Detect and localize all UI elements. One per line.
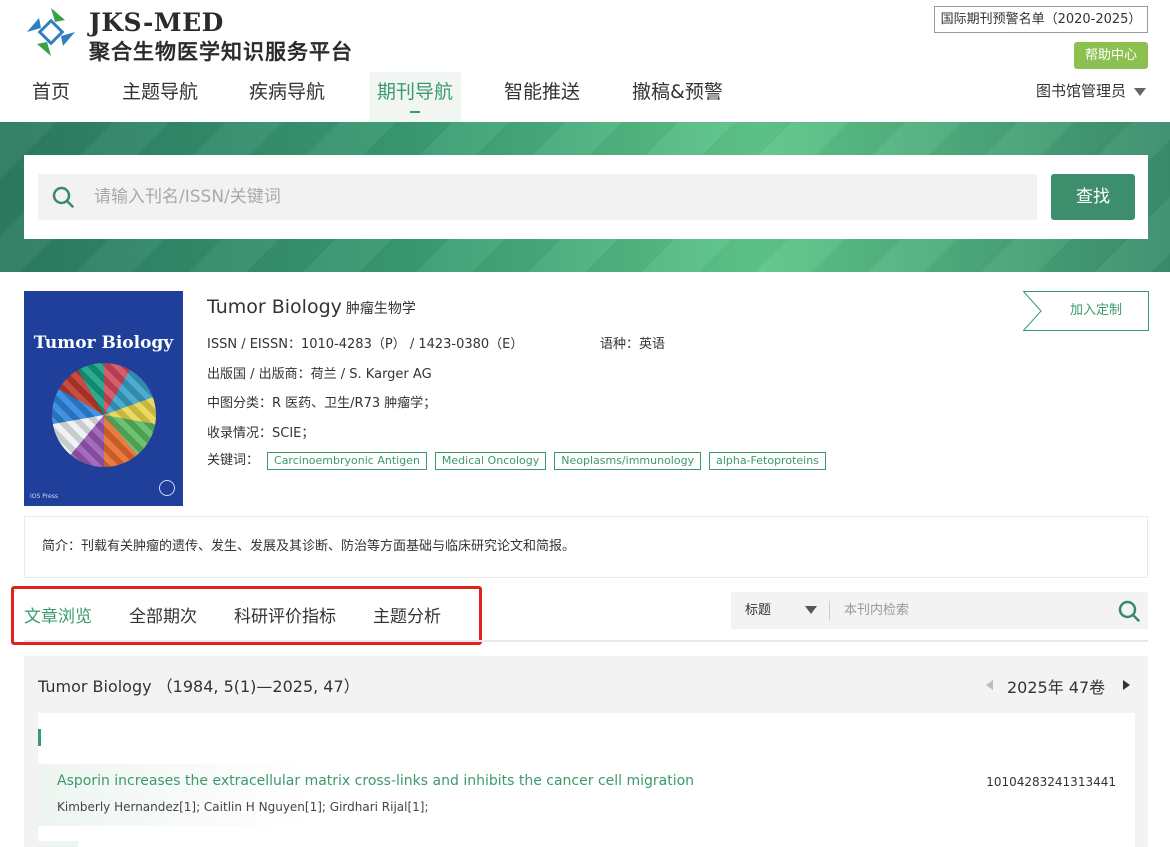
nav-item-push[interactable]: 智能推送 — [504, 72, 580, 122]
list-item: Asporin increases the extracellular matr… — [38, 764, 1135, 826]
list-item — [38, 841, 78, 847]
nav-item-retraction[interactable]: 撤稿&预警 — [632, 72, 723, 122]
nav-item-topics[interactable]: 主题导航 — [122, 72, 198, 122]
journal-classification: 中图分类：R 医药、卫生/R73 肿瘤学； — [207, 396, 437, 411]
journal-keywords: 关键词： Carcinoembryonic Antigen Medical Onco… — [207, 449, 826, 470]
keyword-tag[interactable]: Medical Oncology — [434, 451, 547, 470]
chevron-right-icon[interactable] — [1123, 680, 1130, 690]
journal-issn: ISSN / EISSN：1010-4283（P） / 1423-0380（E） — [207, 337, 524, 352]
journal-intro: 简介：刊载有关肿瘤的遗传、发生、发展及其诊断、防治等方面基础与临床研究论文和简报… — [24, 516, 1148, 578]
search-icon — [52, 186, 74, 208]
cover-title: Tumor Biology — [33, 333, 174, 353]
volume-label: 2025年 47卷 — [1007, 678, 1106, 697]
logo[interactable]: JKS-MED 聚合生物医学知识服务平台 — [25, 6, 385, 64]
user-name: 图书馆管理员 — [1036, 82, 1127, 100]
article-list: Asporin increases the extracellular matr… — [38, 713, 1135, 847]
keywords-label: 关键词： — [207, 453, 260, 468]
add-customize-button[interactable]: 加入定制 — [1023, 291, 1149, 331]
issue-marker — [38, 729, 41, 746]
search-box[interactable] — [38, 174, 1037, 220]
tabs-divider — [24, 640, 1148, 642]
chevron-down-icon[interactable] — [805, 606, 817, 614]
cover-artwork — [52, 363, 156, 467]
divider — [829, 601, 830, 620]
search-icon[interactable] — [1118, 600, 1140, 622]
tab-topic-analysis[interactable]: 主题分析 — [373, 596, 441, 638]
article-title-link[interactable]: Asporin increases the extracellular matr… — [57, 773, 694, 789]
keyword-tag[interactable]: Carcinoembryonic Antigen — [267, 451, 427, 470]
search-banner: 查找 — [0, 122, 1170, 272]
logo-chinese-name: 聚合生物医学知识服务平台 — [89, 39, 353, 64]
journal-range: Tumor Biology （1984, 5(1)—2025, 47） — [38, 677, 360, 696]
logo-english-name: JKS-MED — [89, 8, 224, 37]
article-authors: Kimberly Hernandez[1]; Caitlin H Nguyen[… — [57, 800, 429, 814]
logo-icon — [27, 8, 75, 56]
article-listing: Tumor Biology （1984, 5(1)—2025, 47） 2025… — [24, 656, 1148, 847]
chevron-down-icon — [1134, 87, 1147, 96]
keyword-tag[interactable]: Neoplasms/immunology — [554, 451, 702, 470]
nav-item-journals[interactable]: 期刊导航 — [369, 72, 462, 122]
customize-label: 加入定制 — [1069, 303, 1122, 318]
journal-title-en: Tumor Biology — [207, 296, 342, 318]
tab-research-metrics[interactable]: 科研评价指标 — [234, 596, 336, 638]
header: JKS-MED 聚合生物医学知识服务平台 国际期刊预警名单（2020-2025）… — [0, 0, 1170, 122]
nav-item-diseases[interactable]: 疾病导航 — [249, 72, 325, 122]
journal-title: Tumor Biology 肿瘤生物学 — [207, 296, 416, 318]
search-field-select[interactable]: 标题 — [745, 592, 771, 629]
search-input[interactable] — [94, 174, 1024, 220]
journal-title-cn: 肿瘤生物学 — [345, 301, 416, 317]
chevron-left-icon[interactable] — [986, 680, 993, 690]
journal-publisher: 出版国 / 出版商：荷兰 / S. Karger AG — [207, 367, 432, 382]
journal-indexed: 收录情况：SCIE； — [207, 426, 315, 441]
inner-search-input[interactable] — [844, 592, 1104, 629]
help-center-button[interactable]: 帮助中心 — [1074, 42, 1148, 69]
article-id: 10104283241313441 — [986, 775, 1116, 789]
nav-item-home[interactable]: 首页 — [32, 72, 70, 122]
keyword-tag[interactable]: alpha-Fetoproteins — [709, 451, 826, 470]
journal-cover: Tumor Biology IOS Press — [24, 291, 183, 506]
journal-inner-search: 标题 — [731, 592, 1148, 629]
search-button[interactable]: 查找 — [1051, 174, 1135, 220]
tab-all-issues[interactable]: 全部期次 — [129, 596, 197, 638]
seal-icon — [159, 480, 175, 496]
journal-language: 语种：英语 — [600, 337, 666, 352]
warning-list-link[interactable]: 国际期刊预警名单（2020-2025） — [934, 6, 1148, 33]
search-card: 查找 — [24, 155, 1148, 239]
user-menu[interactable]: 图书馆管理员 — [1036, 80, 1147, 101]
cover-publisher: IOS Press — [30, 493, 58, 500]
tab-article-browse[interactable]: 文章浏览 — [24, 596, 92, 638]
